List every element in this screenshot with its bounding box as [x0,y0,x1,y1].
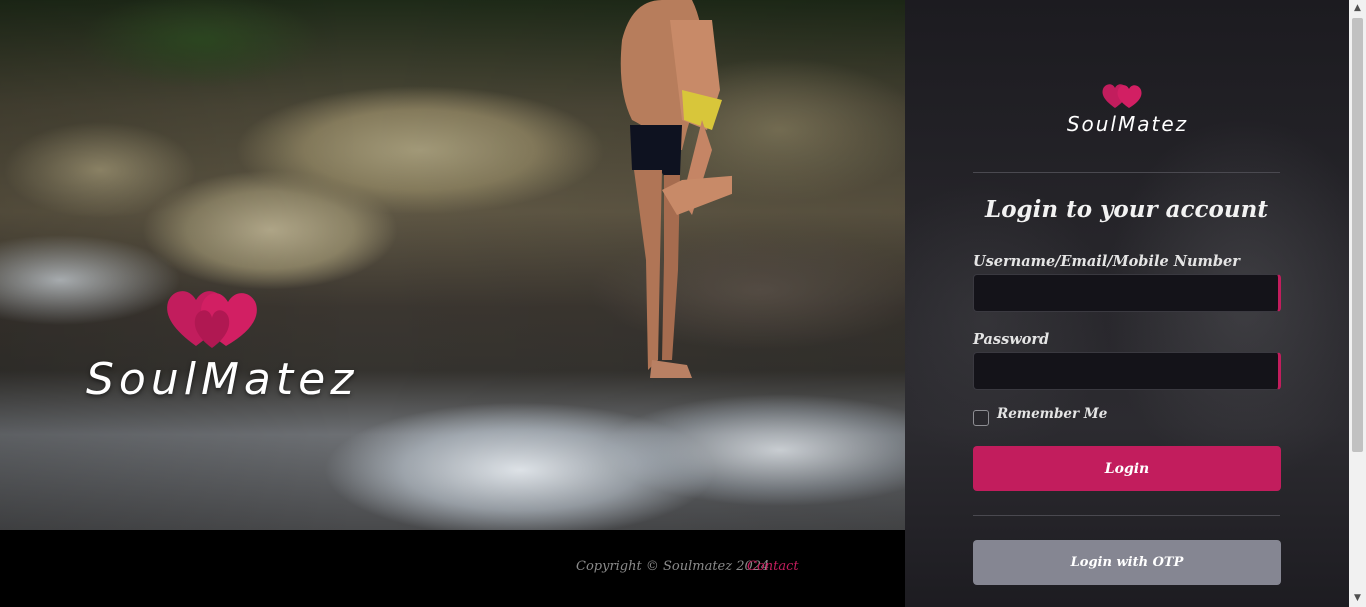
login-otp-button[interactable]: Login with OTP [973,540,1281,585]
login-panel: SoulMatez Login to your account Username… [905,0,1349,607]
scroll-down-arrow-icon[interactable]: ▼ [1349,590,1366,607]
login-title: Login to your account [985,196,1268,223]
password-label: Password [973,331,1050,348]
username-label: Username/Email/Mobile Number [973,253,1240,270]
hero-shade [0,0,905,530]
copyright-text: Copyright © Soulmatez 2024 [576,559,770,574]
double-heart-icon [167,291,257,348]
couple-figure [620,0,732,378]
password-input[interactable] [973,352,1281,390]
scrollbar-thumb[interactable] [1352,18,1363,452]
scrollbar[interactable]: ▲ ▼ [1349,0,1366,607]
panel-logo: SoulMatez [1065,82,1195,142]
panel-brand-name: SoulMatez [1066,112,1189,136]
divider [973,515,1280,516]
hero-brand-name: SoulMatez [86,354,359,405]
login-button[interactable]: Login [973,446,1281,491]
remember-checkbox[interactable] [973,410,989,426]
hero-image: SoulMatez [0,0,905,530]
hero-logo: SoulMatez [86,286,366,416]
remember-label: Remember Me [997,406,1108,422]
footer: Copyright © Soulmatez 2024 Contact [0,530,905,607]
contact-link[interactable]: Contact [747,559,799,574]
username-input[interactable] [973,274,1281,312]
scroll-up-arrow-icon[interactable]: ▲ [1349,0,1366,17]
double-heart-icon [1102,84,1142,108]
divider [973,172,1280,173]
